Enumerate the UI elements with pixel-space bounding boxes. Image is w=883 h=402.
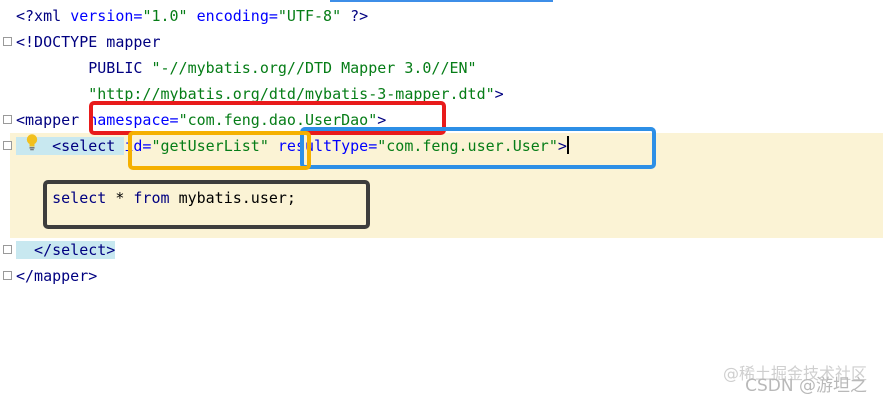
code-token: version= bbox=[70, 7, 143, 25]
fold-marker-icon[interactable] bbox=[3, 37, 12, 46]
code-token: "-//mybatis.org//DTD Mapper 3.0//EN" bbox=[151, 59, 477, 77]
code-token: ?> bbox=[350, 7, 369, 25]
scroll-indicator bbox=[330, 0, 553, 2]
code-token: </mapper> bbox=[16, 267, 98, 285]
fold-marker-icon[interactable] bbox=[3, 141, 12, 150]
code-editor[interactable]: <?xml version="1.0" encoding="UTF-8" ?> <… bbox=[0, 0, 883, 402]
code-token: encoding= bbox=[196, 7, 278, 25]
code-token: <mapper bbox=[16, 111, 89, 129]
lightbulb-icon[interactable] bbox=[25, 133, 39, 151]
fold-marker-icon[interactable] bbox=[3, 245, 12, 254]
editor-gutter bbox=[0, 0, 10, 402]
fold-marker-icon[interactable] bbox=[3, 115, 12, 124]
code-token: PUBLIC bbox=[16, 59, 152, 77]
code-token: <!DOCTYPE mapper bbox=[16, 33, 161, 51]
code-token: <?xml bbox=[16, 7, 71, 25]
code-token: "1.0" bbox=[142, 7, 197, 25]
code-line-doctype-public[interactable]: PUBLIC "-//mybatis.org//DTD Mapper 3.0//… bbox=[16, 56, 477, 80]
code-token: "UTF-8" bbox=[277, 7, 351, 25]
code-token: > bbox=[494, 85, 504, 103]
code-line-doctype[interactable]: <!DOCTYPE mapper bbox=[16, 30, 161, 54]
code-line-select-close[interactable]: </select> bbox=[16, 238, 116, 262]
code-token: </select> bbox=[16, 241, 116, 259]
id-annotation-box bbox=[128, 131, 311, 170]
code-line-xml-decl[interactable]: <?xml version="1.0" encoding="UTF-8" ?> bbox=[16, 4, 368, 28]
code-line-mapper-close[interactable]: </mapper> bbox=[16, 264, 97, 288]
fold-marker-icon[interactable] bbox=[3, 271, 12, 280]
resulttype-annotation-box bbox=[300, 127, 656, 169]
watermark-csdn: CSDN @游坦之 bbox=[745, 376, 867, 396]
sql-annotation-box bbox=[43, 180, 370, 229]
